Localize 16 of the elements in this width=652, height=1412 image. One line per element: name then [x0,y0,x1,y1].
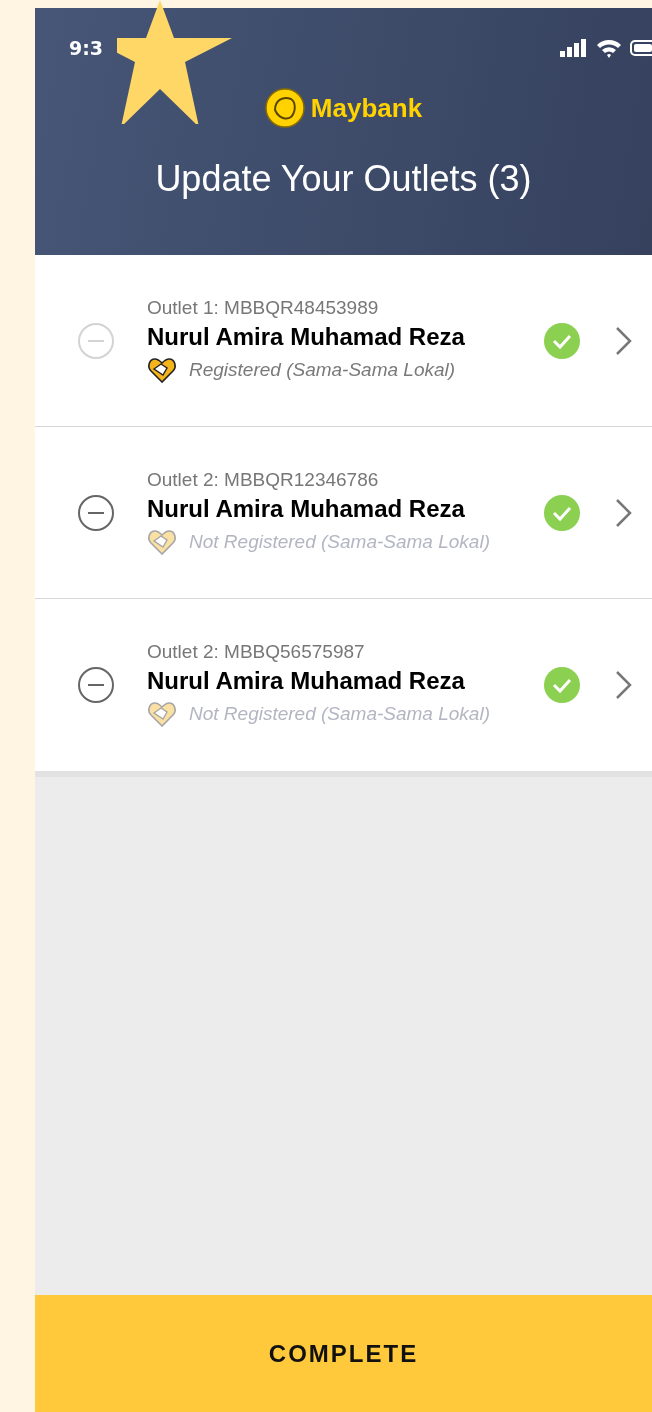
outlet-name: Nurul Amira Muhamad Reza [147,494,466,523]
brand-logo: Maybank [310,92,423,124]
outlet-row[interactable]: Outlet 1: MBBQR48453989 Nurul Amira Muhamad Reza Registered (Sama-Sama Lokal) [35,255,652,427]
outlet-name: Nurul Amira Muhamad Reza [147,667,466,695]
outlet-label: Outlet 2: MBBQR12346786 [147,468,380,491]
registration-status: Not Registered (Sama-Sama Lokal) [189,703,490,725]
registration-status: Registered (Sama-Sama Lokal) [189,358,456,381]
complete-button[interactable]: COMPLETE [35,1295,652,1412]
outlet-row[interactable]: Outlet 2: MBBQ56575987 Nurul Amira Muhamad Reza Not Registered (Sama-Sama Lokal) [35,599,652,771]
outlet-label: Outlet 2: MBBQ56575987 [147,641,366,663]
registration-status: Not Registered (Sama-Sama Lokal) [189,530,490,553]
outlet-name: Nurul Amira Muhamad Reza [147,322,466,351]
outlet-label: Outlet 1: MBBQR48453989 [147,296,380,319]
page-title: Update Your Outlets (3) [154,158,533,200]
status-time: 9:3 [69,37,104,59]
outlet-row[interactable]: Outlet 2: MBBQR12346786 Nurul Amira Muhamad Reza Not Registered (Sama-Sama Lokal) [35,427,652,599]
